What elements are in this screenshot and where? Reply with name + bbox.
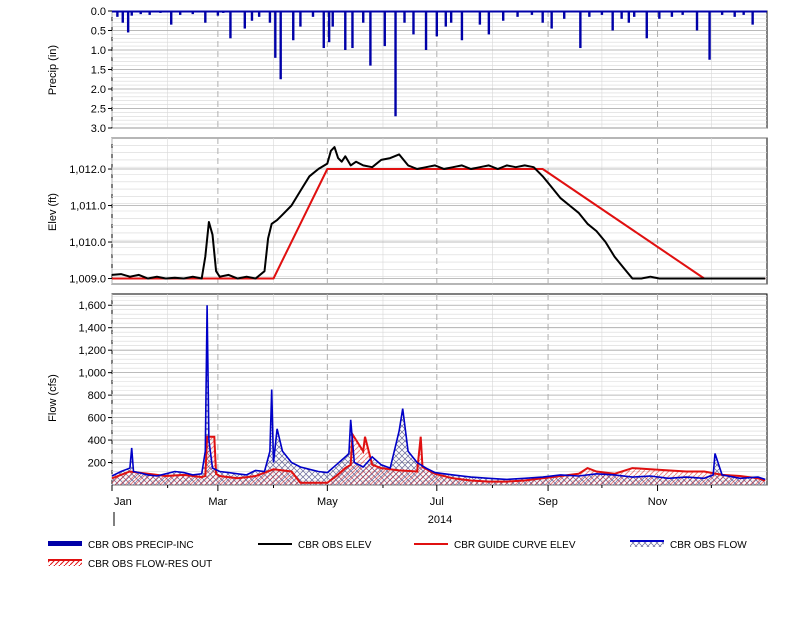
x-axis: Jan Mar May Jul Sep Nov <box>111 485 712 508</box>
y-tick-label: 200 <box>88 458 106 470</box>
precip-bar <box>327 11 331 43</box>
precip-bar <box>383 11 386 47</box>
y-tick-label: 3.0 <box>91 123 106 135</box>
legend-label: CBR OBS FLOW <box>670 540 747 551</box>
precip-bar <box>449 11 453 23</box>
precip-bar <box>751 11 754 25</box>
y-tick-label: 400 <box>88 435 106 447</box>
precip-bar <box>708 11 711 60</box>
precip-bar <box>412 11 415 35</box>
y-tick-label: 1,012.0 <box>69 164 106 176</box>
x-tick-label: May <box>317 496 338 508</box>
precip-bar <box>550 11 553 29</box>
precip-bar <box>229 11 232 39</box>
precip-bar <box>121 11 124 23</box>
chart-canvas: 0.0 0.5 1.0 1.5 2.0 2.5 3.0 Precip (in) 1,009.… <box>47 6 768 570</box>
precip-bar <box>403 11 406 23</box>
precip-bar <box>170 11 173 25</box>
y-tick-label: 1.5 <box>91 65 106 77</box>
precip-bar <box>487 11 491 35</box>
precip-y-axis-label: Precip (in) <box>47 45 59 95</box>
precip-bar <box>268 11 272 23</box>
precip-panel: 0.0 0.5 1.0 1.5 2.0 2.5 3.0 Precip (in) <box>47 6 768 135</box>
legend-item: CBR OBS FLOW <box>630 540 747 551</box>
y-tick-label: 1,011.0 <box>70 201 106 213</box>
legend-item: CBR OBS PRECIP-INC <box>48 540 194 551</box>
flow-y-ticks: 200 400 600 800 1,000 1,200 1,400 1,600 <box>78 300 112 470</box>
elev-y-ticks: 1,009.0 1,010.0 1,011.0 1,012.0 <box>69 164 112 286</box>
precip-bar <box>478 11 482 25</box>
precip-bar <box>322 11 325 49</box>
y-tick-label: 1,400 <box>78 323 106 335</box>
precip-bar <box>279 11 282 80</box>
legend-label: CBR OBS ELEV <box>298 540 372 551</box>
legend-item: CBR OBS ELEV <box>258 540 372 551</box>
y-tick-label: 0.5 <box>91 26 106 38</box>
legend-label: CBR OBS PRECIP-INC <box>88 540 194 551</box>
precip-bar <box>243 11 246 29</box>
legend-label: CBR GUIDE CURVE ELEV <box>454 540 576 551</box>
precip-bar <box>369 11 372 66</box>
legend-item: CBR OBS FLOW-RES OUT <box>48 559 212 570</box>
x-tick-label: Jul <box>430 496 444 508</box>
flow-panel: 200 400 600 800 1,000 1,200 1,400 1,600 Flow (c… <box>47 293 768 486</box>
y-tick-label: 800 <box>88 390 106 402</box>
y-tick-label: 0.0 <box>91 6 106 18</box>
elev-y-axis-label: Elev (ft) <box>47 193 59 231</box>
precip-bar <box>695 11 699 31</box>
precip-bar <box>645 11 648 39</box>
x-tick-label: Sep <box>538 496 558 508</box>
precip-bar <box>344 11 347 50</box>
elev-panel: 1,009.0 1,010.0 1,011.0 1,012.0 Elev (ft) <box>47 137 768 286</box>
precip-bar <box>541 11 544 23</box>
precip-bar <box>394 11 397 117</box>
y-tick-label: 1,000 <box>78 368 106 380</box>
precip-bar <box>274 11 277 58</box>
precip-bar <box>444 11 447 27</box>
precip-bar <box>627 11 631 23</box>
precip-bar <box>351 11 354 49</box>
precip-y-ticks: 0.0 0.5 1.0 1.5 2.0 2.5 3.0 <box>91 6 112 135</box>
y-tick-label: 600 <box>88 413 106 425</box>
x-tick-label: Jan <box>114 496 132 508</box>
x-tick-label: Mar <box>208 496 227 508</box>
y-tick-label: 1,200 <box>78 345 106 357</box>
y-tick-label: 1,600 <box>78 300 106 312</box>
precip-bar <box>460 11 464 41</box>
precip-bar <box>126 11 130 33</box>
y-tick-label: 1,010.0 <box>69 237 106 249</box>
precip-bar <box>611 11 614 31</box>
legend-item: CBR GUIDE CURVE ELEV <box>414 540 576 551</box>
y-tick-label: 1.0 <box>91 45 106 57</box>
legend-label: CBR OBS FLOW-RES OUT <box>88 559 212 570</box>
precip-bar <box>424 11 428 50</box>
precip-bar <box>435 11 439 37</box>
precip-bar <box>204 11 207 23</box>
precip-bar <box>292 11 295 41</box>
x-tick-label: Nov <box>648 496 668 508</box>
precip-bar <box>579 11 582 49</box>
flow-y-axis-label: Flow (cfs) <box>47 374 59 422</box>
legend-swatch-precip <box>48 541 82 546</box>
elev-grid <box>111 137 767 285</box>
y-tick-label: 2.5 <box>91 104 106 116</box>
precip-bar <box>362 11 365 23</box>
y-tick-label: 1,009.0 <box>69 274 106 286</box>
legend: CBR OBS PRECIP-INC CBR OBS ELEV CBR GUIDE … <box>48 540 747 570</box>
x-axis-year-label: 2014 <box>428 514 452 526</box>
precip-bar <box>331 11 334 27</box>
precip-bar <box>299 11 302 27</box>
y-tick-label: 2.0 <box>91 84 106 96</box>
